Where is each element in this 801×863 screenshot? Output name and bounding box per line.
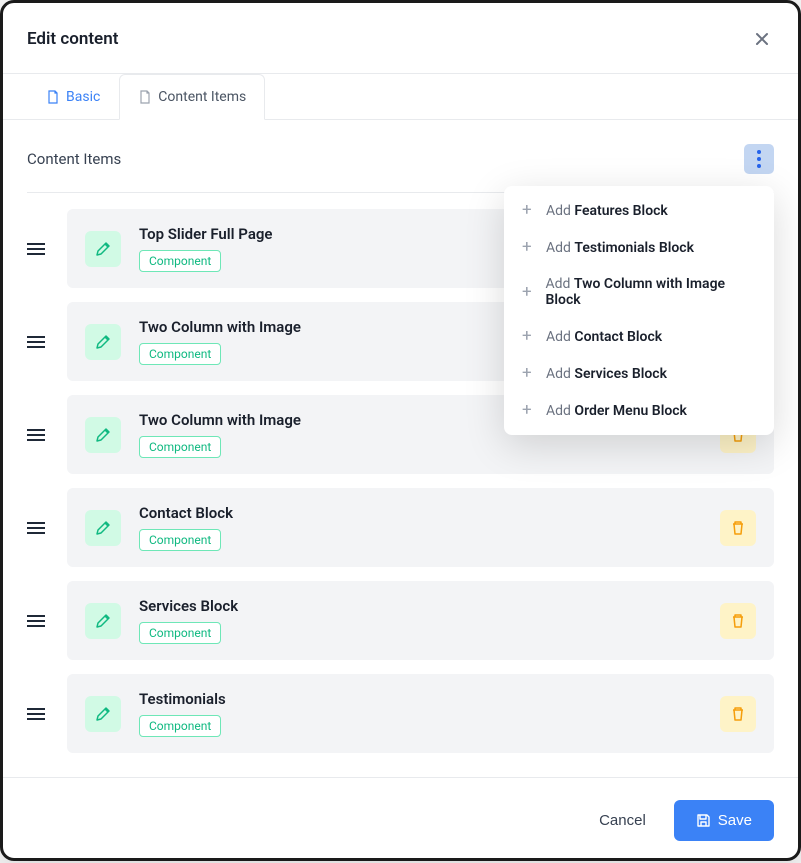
item-title: Contact Block [139, 504, 702, 522]
dropdown-item-order-menu[interactable]: + Add Order Menu Block [504, 392, 774, 429]
dropdown-item-features[interactable]: + Add Features Block [504, 192, 774, 229]
tab-content-items[interactable]: Content Items [119, 74, 265, 120]
edit-item-button[interactable] [85, 696, 121, 732]
tab-content-items-label: Content Items [158, 89, 246, 105]
plus-icon: + [522, 239, 536, 256]
pencil-icon [95, 427, 111, 443]
pencil-icon [95, 334, 111, 350]
tab-basic[interactable]: Basic [27, 74, 119, 119]
plus-icon: + [522, 202, 536, 219]
delete-item-button[interactable] [720, 510, 756, 546]
item-card: Contact Block Component [67, 488, 774, 567]
delete-item-button[interactable] [720, 603, 756, 639]
pencil-icon [95, 520, 111, 536]
component-badge: Component [139, 250, 221, 272]
item-title: Services Block [139, 597, 702, 615]
dropdown-item-contact[interactable]: + Add Contact Block [504, 318, 774, 355]
plus-icon: + [522, 402, 536, 419]
dropdown-item-two-column[interactable]: + Add Two Column with Image Block [504, 266, 774, 318]
drag-handle[interactable] [27, 708, 49, 720]
document-icon [138, 90, 152, 104]
edit-item-button[interactable] [85, 231, 121, 267]
modal-footer: Cancel Save [3, 777, 798, 863]
content-area: Content Items + Add Features Block + Add… [3, 120, 798, 777]
component-badge: Component [139, 622, 221, 644]
edit-item-button[interactable] [85, 324, 121, 360]
list-item: Services Block Component [27, 581, 774, 660]
component-badge: Component [139, 529, 221, 551]
drag-handle[interactable] [27, 429, 49, 441]
section-header: Content Items [27, 144, 774, 174]
item-info: Testimonials Component [139, 690, 702, 737]
dropdown-item-services[interactable]: + Add Services Block [504, 355, 774, 392]
item-info: Contact Block Component [139, 504, 702, 551]
drag-handle[interactable] [27, 615, 49, 627]
component-badge: Component [139, 436, 221, 458]
save-button-label: Save [718, 812, 752, 829]
modal-title: Edit content [27, 29, 118, 49]
save-icon [696, 813, 711, 828]
trash-icon [730, 520, 746, 536]
pencil-icon [95, 613, 111, 629]
edit-item-button[interactable] [85, 510, 121, 546]
document-icon [46, 90, 60, 104]
save-button[interactable]: Save [674, 800, 774, 841]
drag-handle[interactable] [27, 522, 49, 534]
trash-icon [730, 613, 746, 629]
component-badge: Component [139, 343, 221, 365]
pencil-icon [95, 706, 111, 722]
add-block-dropdown: + Add Features Block + Add Testimonials … [504, 186, 774, 435]
edit-content-modal: Edit content Basic Content Items Content… [0, 0, 801, 861]
dots-icon [757, 150, 761, 154]
component-badge: Component [139, 715, 221, 737]
tab-basic-label: Basic [66, 89, 100, 105]
edit-item-button[interactable] [85, 603, 121, 639]
close-button[interactable] [750, 27, 774, 51]
pencil-icon [95, 241, 111, 257]
trash-icon [730, 706, 746, 722]
tab-bar: Basic Content Items [3, 74, 798, 120]
close-icon [754, 31, 770, 47]
edit-item-button[interactable] [85, 417, 121, 453]
more-options-button[interactable] [744, 144, 774, 174]
drag-handle[interactable] [27, 243, 49, 255]
item-card: Services Block Component [67, 581, 774, 660]
drag-handle[interactable] [27, 336, 49, 348]
item-title: Testimonials [139, 690, 702, 708]
item-card: Testimonials Component [67, 674, 774, 753]
section-title: Content Items [27, 150, 121, 168]
list-item: Testimonials Component [27, 674, 774, 753]
modal-header: Edit content [3, 3, 798, 74]
dropdown-item-testimonials[interactable]: + Add Testimonials Block [504, 229, 774, 266]
plus-icon: + [522, 365, 536, 382]
delete-item-button[interactable] [720, 696, 756, 732]
plus-icon: + [522, 284, 536, 301]
list-item: Contact Block Component [27, 488, 774, 567]
item-info: Services Block Component [139, 597, 702, 644]
cancel-button[interactable]: Cancel [589, 804, 656, 837]
plus-icon: + [522, 328, 536, 345]
